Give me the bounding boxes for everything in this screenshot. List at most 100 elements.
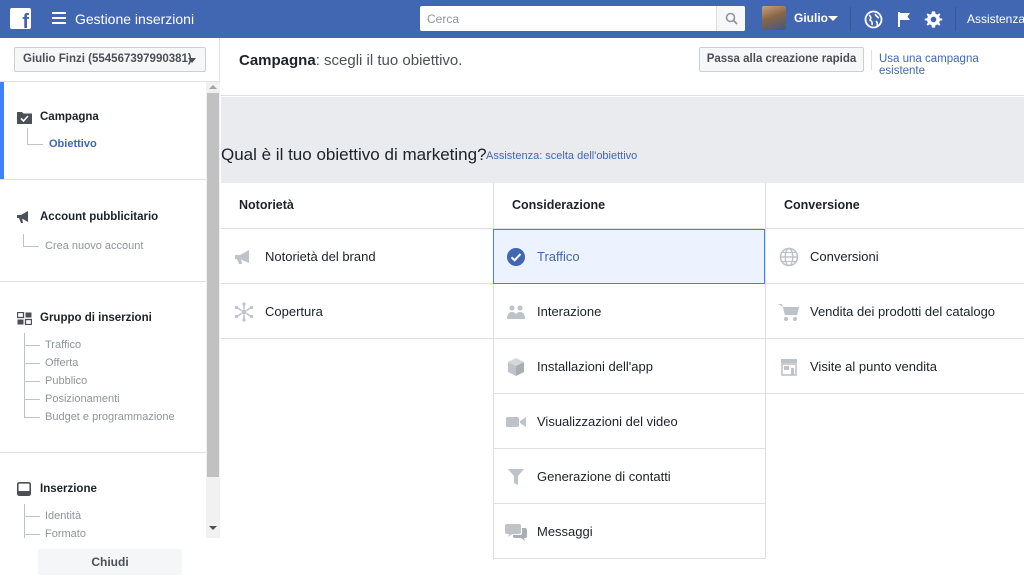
grid-icon <box>16 311 32 325</box>
objective-option-video-views[interactable]: Visualizzazioni del video <box>493 394 765 449</box>
topbar-divider <box>850 7 851 31</box>
sidebar-section-campaign[interactable]: Campagna <box>16 110 99 124</box>
gear-icon[interactable] <box>923 9 943 29</box>
user-name[interactable]: Giulio <box>794 11 828 25</box>
objective-option-brand-awareness[interactable]: Notorietà del brand <box>221 229 494 284</box>
objective-option-label: Visualizzazioni del video <box>537 413 678 429</box>
objective-option-label: Traffico <box>537 248 580 264</box>
store-icon <box>778 356 800 378</box>
sidebar-section-label: Gruppo di inserzioni <box>40 312 152 324</box>
active-section-indicator <box>0 82 4 180</box>
sidebar-item-identity[interactable]: Identità <box>45 510 81 522</box>
objective-option-traffic[interactable]: Traffico <box>493 229 765 284</box>
search-box <box>420 6 745 31</box>
ad-preview-icon <box>16 482 32 496</box>
campaign-folder-icon <box>16 110 32 124</box>
sidebar-item-traffic[interactable]: Traffico <box>45 339 81 351</box>
objective-column-consideration: Considerazione Traffico Interazione Inst… <box>493 183 766 559</box>
sidebar-section-label: Campagna <box>40 111 99 123</box>
funnel-icon <box>505 466 527 488</box>
account-selector-label: Giulio Finzi (554567397990381) <box>23 53 192 65</box>
sidebar-footer: Chiudi <box>0 538 220 585</box>
sidebar: Giulio Finzi (554567397990381) Campagna … <box>0 38 220 585</box>
sidebar-section-ad[interactable]: Inserzione <box>16 482 97 496</box>
objective-option-label: Installazioni dell'app <box>537 358 653 374</box>
megaphone-icon <box>233 246 255 268</box>
tree-line <box>24 381 40 382</box>
tree-line <box>24 345 40 346</box>
use-existing-campaign-link[interactable]: Usa una campagna esistente <box>879 53 1024 77</box>
objective-column-awareness: Notorietà Notorietà del brand Copertura <box>221 183 494 339</box>
chevron-down-icon <box>188 58 196 63</box>
objective-option-label: Conversioni <box>810 248 879 264</box>
tree-line <box>24 504 25 538</box>
app-title[interactable]: Gestione inserzioni <box>75 11 194 27</box>
search-button[interactable] <box>716 6 745 31</box>
column-header: Considerazione <box>493 183 765 229</box>
objective-option-label: Generazione di contatti <box>537 468 671 484</box>
tree-line <box>24 417 40 418</box>
chevron-down-icon[interactable] <box>828 16 838 21</box>
objective-option-messages[interactable]: Messaggi <box>493 504 765 559</box>
search-icon <box>725 12 738 25</box>
objective-option-label: Copertura <box>265 303 323 319</box>
tree-line <box>24 516 40 517</box>
objective-option-store-visits[interactable]: Visite al punto vendita <box>766 339 1024 394</box>
chat-bubbles-icon <box>505 521 527 543</box>
tree-line <box>24 363 40 364</box>
sidebar-item-create-account[interactable]: Crea nuovo account <box>45 240 143 252</box>
account-selector[interactable]: Giulio Finzi (554567397990381) <box>14 47 206 72</box>
tree-line <box>23 234 24 246</box>
sidebar-item-offer[interactable]: Offerta <box>45 357 78 369</box>
objective-option-label: Visite al punto vendita <box>810 358 937 374</box>
sidebar-item-placements[interactable]: Posizionamenti <box>45 393 120 405</box>
cube-icon <box>505 356 527 378</box>
facebook-logo-icon[interactable]: f <box>10 8 31 29</box>
sidebar-item-audience[interactable]: Pubblico <box>45 375 87 387</box>
objective-option-catalog-sales[interactable]: Vendita dei prodotti del catalogo <box>766 284 1024 339</box>
page-title-bold: Campagna <box>239 52 316 69</box>
tree-line <box>27 144 43 145</box>
objective-option-conversions[interactable]: Conversioni <box>766 229 1024 284</box>
sidebar-section-ad-set[interactable]: Gruppo di inserzioni <box>16 311 152 325</box>
objective-option-engagement[interactable]: Interazione <box>493 284 765 339</box>
video-camera-icon <box>505 411 527 433</box>
people-icon <box>505 301 527 323</box>
objective-columns: Notorietà Notorietà del brand Copertura … <box>221 183 1024 585</box>
help-link[interactable]: Assistenza <box>967 12 1024 26</box>
search-input[interactable] <box>420 6 716 31</box>
sidebar-item-budget-schedule[interactable]: Budget e programmazione <box>45 411 175 423</box>
topbar-divider <box>955 7 956 31</box>
objective-option-app-installs[interactable]: Installazioni dell'app <box>493 339 765 394</box>
avatar[interactable] <box>762 6 786 30</box>
sidebar-scrollbar-thumb[interactable] <box>207 93 219 477</box>
scroll-up-arrow-icon[interactable] <box>209 85 217 89</box>
objective-option-lead-generation[interactable]: Generazione di contatti <box>493 449 765 504</box>
sidebar-item-objective[interactable]: Obiettivo <box>49 138 97 150</box>
divider <box>0 452 206 453</box>
objective-column-conversion: Conversione Conversioni Vendita dei prod… <box>766 183 1024 394</box>
tree-line <box>27 128 28 144</box>
divider <box>0 179 206 180</box>
objective-option-reach[interactable]: Copertura <box>221 284 494 339</box>
objective-question: Qual è il tuo obiettivo di marketing? <box>221 145 487 164</box>
globe-icon[interactable] <box>863 9 883 29</box>
flag-icon[interactable] <box>894 9 914 29</box>
tree-line <box>23 246 39 247</box>
column-header: Notorietà <box>221 183 494 229</box>
tree-line <box>24 534 40 535</box>
globe-icon <box>778 246 800 268</box>
objective-option-label: Notorietà del brand <box>265 248 376 264</box>
megaphone-icon <box>16 210 32 224</box>
sidebar-section-ad-account[interactable]: Account pubblicitario <box>16 210 158 224</box>
objective-option-label: Vendita dei prodotti del catalogo <box>810 303 996 319</box>
campaign-header: Campagna: scegli il tuo obiettivo. Passa… <box>221 38 1024 96</box>
close-button[interactable]: Chiudi <box>38 549 182 575</box>
objective-option-label: Messaggi <box>537 523 593 539</box>
objective-header-area <box>221 97 1024 183</box>
objective-help-link[interactable]: Assistenza: scelta dell'obiettivo <box>486 150 637 162</box>
scroll-down-arrow-icon[interactable] <box>209 526 217 530</box>
hamburger-menu-icon[interactable] <box>52 12 66 24</box>
sidebar-section-label: Account pubblicitario <box>40 211 159 223</box>
quick-create-button[interactable]: Passa alla creazione rapida <box>699 47 864 72</box>
